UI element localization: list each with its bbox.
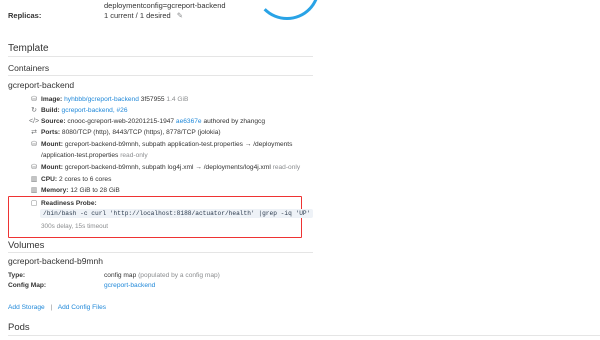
commit-link[interactable]: ae6367e bbox=[176, 118, 202, 125]
mount-icon: ⛁ bbox=[31, 141, 37, 148]
probe-icon: ▢ bbox=[30, 200, 38, 207]
divider bbox=[8, 335, 600, 336]
build-link[interactable]: gcreport-backend, #26 bbox=[62, 107, 128, 114]
containers-title: Containers bbox=[8, 63, 50, 73]
cpu-icon: ▥ bbox=[30, 176, 38, 183]
divider bbox=[8, 56, 313, 57]
container-image-row: Image: hyhbbb/gcreport-backend 3f57955 1… bbox=[41, 96, 189, 103]
readiness-probe-timing: 300s delay, 15s timeout bbox=[41, 223, 109, 230]
image-icon: ⛁ bbox=[31, 96, 37, 103]
volume-name: gcreport-backend-b9mnh bbox=[8, 256, 103, 266]
container-source-row: Source: cnooc-gcreport-web-20201215-1947… bbox=[41, 118, 266, 125]
readiness-probe-label: Readiness Probe: bbox=[41, 200, 97, 207]
volume-actions: Add Storage | Add Config Files bbox=[8, 304, 107, 311]
pencil-icon[interactable]: ✎ bbox=[177, 11, 183, 20]
volume-type-label: Type: bbox=[8, 272, 26, 279]
readiness-probe-command: /bin/bash -c curl 'http://localhost:8188… bbox=[40, 209, 314, 219]
ports-icon: ⇄ bbox=[31, 129, 37, 136]
status-donut-chart bbox=[254, 0, 320, 20]
container-mount-row: Mount: gcreport-backend-b9mnh, subpath a… bbox=[41, 141, 293, 148]
source-icon: </> bbox=[29, 118, 40, 125]
config-map-label: Config Map: bbox=[8, 282, 47, 289]
add-config-files-link[interactable]: Add Config Files bbox=[58, 304, 106, 311]
replicas-label: Replicas: bbox=[8, 11, 42, 20]
build-icon: ↻ bbox=[31, 107, 37, 114]
image-link[interactable]: hyhbbb/gcreport-backend bbox=[64, 96, 139, 103]
volume-type-value: config map (populated by a config map) bbox=[104, 272, 220, 279]
container-build-row: Build: gcreport-backend, #26 bbox=[41, 107, 128, 114]
container-mount-row: Mount: gcreport-backend-b9mnh, subpath l… bbox=[41, 164, 301, 171]
replicas-value: 1 current / 1 desired ✎ bbox=[104, 11, 184, 20]
config-map-link[interactable]: gcreport-backend bbox=[104, 281, 155, 290]
add-storage-link[interactable]: Add Storage bbox=[8, 304, 45, 311]
container-mount-row-continued: /application-test.properties read-only bbox=[41, 152, 148, 159]
memory-icon: ▥ bbox=[30, 187, 38, 194]
volumes-title: Volumes bbox=[8, 240, 45, 251]
divider bbox=[8, 75, 313, 76]
mount-icon: ⛁ bbox=[31, 164, 37, 171]
container-memory-row: Memory: 12 GiB to 28 GiB bbox=[41, 187, 120, 194]
container-ports-row: Ports: 8080/TCP (http), 8443/TCP (https)… bbox=[41, 129, 221, 136]
divider bbox=[8, 252, 313, 253]
pods-title: Pods bbox=[8, 322, 30, 333]
template-title: Template bbox=[8, 43, 49, 54]
container-cpu-row: CPU: 2 cores to 6 cores bbox=[41, 176, 112, 183]
container-name: gcreport-backend bbox=[8, 80, 75, 90]
deploymentconfig-selector: deploymentconfig=gcreport-backend bbox=[104, 1, 226, 10]
